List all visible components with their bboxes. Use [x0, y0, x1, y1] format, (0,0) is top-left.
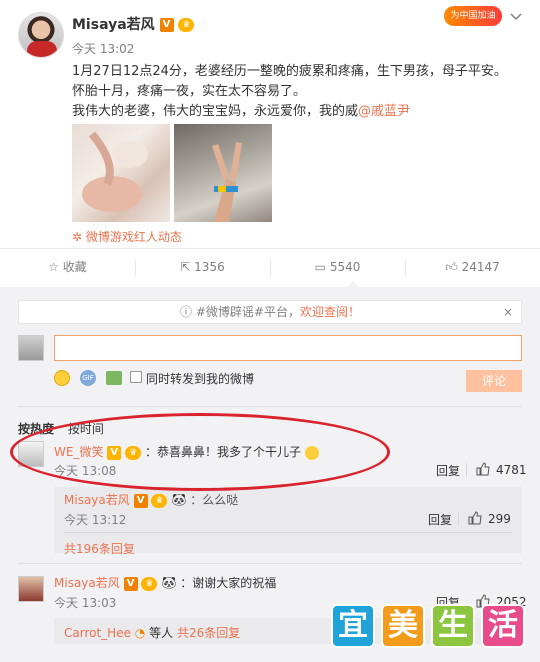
sub-reply-button[interactable]: 回复	[428, 511, 452, 528]
watermark-tile: 美	[381, 604, 425, 648]
author-avatar[interactable]	[18, 12, 64, 58]
post-photo-peace[interactable]	[174, 124, 272, 222]
reply-button[interactable]: 回复	[436, 462, 460, 479]
member-crown-icon: ♛	[151, 493, 168, 508]
verified-icon: V	[159, 18, 174, 32]
verified-icon: V	[123, 576, 138, 591]
post-line-1: 1月27日12点24分，老婆经历一整晚的疲累和疼痛，生下男孩，母子平安。	[72, 64, 507, 79]
forward-checkbox[interactable]	[130, 371, 142, 383]
like-button[interactable]: 👍︎ 24147	[405, 252, 540, 282]
comment-time: 今天 13:03	[54, 596, 117, 610]
verified-icon: V	[133, 493, 148, 508]
gif-icon[interactable]: GIF	[80, 370, 96, 386]
close-icon[interactable]: ×	[503, 301, 513, 323]
comment-like-button[interactable]: 4781	[476, 462, 527, 477]
watermark-logo: 宜 美 生 活	[331, 604, 529, 652]
post-time[interactable]: 今天 13:02	[72, 40, 134, 57]
watermark-tile: 生	[431, 604, 475, 648]
post-body: 1月27日12点24分，老婆经历一整晚的疲累和疼痛，生下男孩，母子平安。 怀胎十…	[72, 62, 522, 122]
pinwheel-icon: ✲	[72, 230, 83, 244]
member-crown-icon: ♛	[141, 576, 158, 591]
divider-sort	[18, 406, 522, 407]
sub-reply-like-button[interactable]: 299	[468, 511, 511, 526]
author-name[interactable]: Misaya若风	[72, 17, 155, 33]
thumb-up-icon: 👍︎	[445, 260, 458, 274]
author-name-row: Misaya若风 V ♛	[72, 14, 195, 34]
forward-icon: ⇱	[180, 260, 191, 274]
post-line-3: 我伟大的老婆，伟大的宝宝妈，永远爱你，我的威@戚蓝尹	[72, 104, 411, 119]
comment-button[interactable]: ▭ 5540	[270, 252, 405, 282]
post-source-label: 微博游戏红人动态	[85, 230, 182, 244]
comment-avatar[interactable]	[18, 576, 44, 602]
comment-text: ：谢谢大家的祝福	[180, 576, 277, 590]
comment-divider	[18, 563, 522, 564]
forward-checkbox-label: 同时转发到我的微博	[146, 372, 255, 386]
sub-reply-time: 今天 13:12	[64, 513, 127, 527]
comment-arrow	[346, 281, 360, 288]
sub-reply-text: ：么么哒	[190, 493, 239, 507]
post-action-bar: ☆ 收藏 ⇱ 1356 ▭ 5540 👍︎ 24147	[0, 252, 540, 282]
sub-reply-divider	[64, 532, 512, 533]
my-avatar[interactable]	[18, 335, 44, 361]
comment-input[interactable]	[54, 335, 522, 361]
star-icon: ☆	[48, 260, 59, 274]
notice-text: #微博辟谣#平台，	[195, 305, 300, 319]
post-photo-hands[interactable]	[72, 124, 170, 222]
panda-icon: 🐼︎	[171, 493, 187, 507]
flame-icon: ◔	[134, 626, 146, 640]
post-line-2: 怀胎十月，疼痛一夜，实在太不容易了。	[72, 84, 307, 99]
member-crown-icon: ♛	[178, 18, 195, 32]
emoji-icon[interactable]	[54, 370, 70, 386]
panda-icon: 🐼︎	[161, 576, 177, 590]
sub-reply-text: 等人	[149, 626, 174, 640]
post-source[interactable]: ✲ 微博游戏红人动态	[72, 228, 182, 245]
forward-button[interactable]: ⇱ 1356	[135, 252, 270, 282]
more-replies-link[interactable]: 共26条回复	[177, 626, 240, 640]
info-icon: ⓘ	[180, 305, 193, 319]
thumb-up-icon	[468, 511, 482, 525]
sub-reply-row: Carrot_Hee ◔ 等人 共26条回复	[64, 624, 240, 641]
watermark-tile: 活	[481, 604, 525, 648]
watermark-tile: 宜	[331, 604, 375, 648]
thumb-up-icon	[476, 462, 490, 476]
sub-reply-row: Misaya若风 V ♛ 🐼︎ ：么么哒	[64, 491, 238, 508]
notice-link[interactable]: 欢迎查阅！	[300, 305, 360, 319]
mention-link[interactable]: @戚蓝尹	[358, 104, 410, 119]
comment-icon: ▭	[314, 260, 326, 274]
collect-button[interactable]: ☆ 收藏	[0, 252, 135, 282]
rumor-notice: ⓘ #微博辟谣#平台，欢迎查阅！ ×	[18, 300, 522, 324]
image-icon[interactable]	[106, 371, 122, 385]
highlight-ellipse	[10, 413, 390, 491]
promo-badge[interactable]: 为中国加油	[444, 6, 502, 26]
sub-reply-name[interactable]: Carrot_Hee	[64, 626, 131, 640]
chevron-down-icon[interactable]	[510, 10, 522, 22]
divider-top	[0, 248, 540, 249]
commenter-name[interactable]: Misaya若风	[54, 576, 120, 590]
more-replies-link[interactable]: 共196条回复	[64, 540, 135, 557]
submit-comment-button[interactable]: 评论	[466, 370, 522, 392]
comment-row: Misaya若风 V ♛ 🐼︎ ：谢谢大家的祝福	[54, 574, 276, 591]
sub-reply-name[interactable]: Misaya若风	[64, 493, 130, 507]
